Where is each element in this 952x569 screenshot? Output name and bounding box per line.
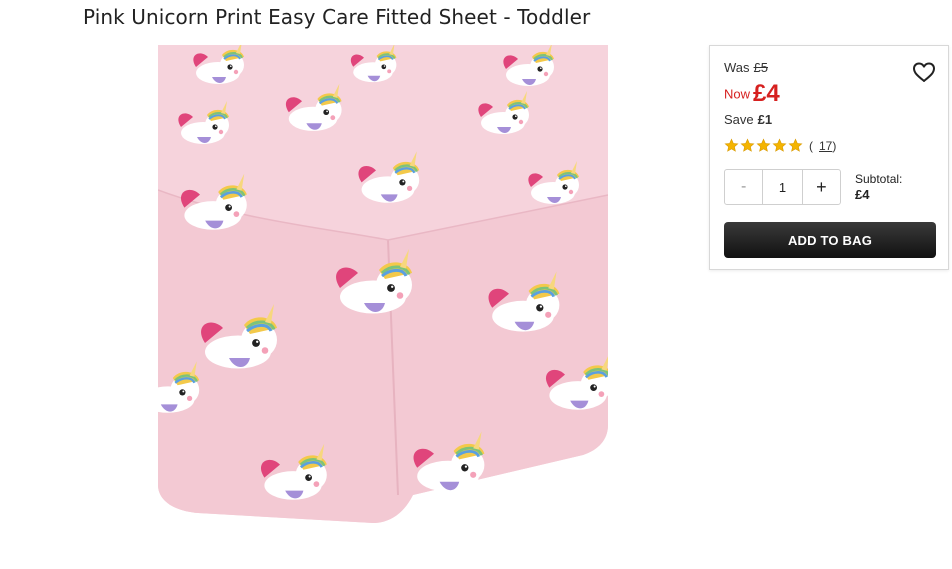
subtotal-label: Subtotal: (855, 172, 903, 186)
review-count[interactable]: (17) (809, 139, 836, 153)
save-price: Save £1 (724, 112, 772, 127)
quantity-stepper: - 1 + (724, 169, 841, 205)
star-rating (724, 138, 803, 153)
was-label: Was (724, 60, 750, 75)
add-to-bag-button[interactable]: ADD TO BAG (724, 222, 936, 258)
subtotal: Subtotal: £4 (855, 171, 902, 203)
subtotal-amount: £4 (855, 187, 870, 202)
increase-quantity-button[interactable]: + (803, 170, 840, 204)
now-amount: £4 (753, 80, 780, 107)
was-price: Was £5 (724, 60, 768, 75)
save-label: Save (724, 112, 754, 127)
decrease-quantity-button[interactable]: - (725, 170, 762, 204)
review-count-link[interactable]: 17 (819, 139, 832, 153)
save-amount: £1 (757, 112, 773, 127)
star-icon (724, 138, 739, 152)
heart-outline-icon[interactable] (911, 59, 937, 85)
was-amount: £5 (753, 60, 768, 75)
star-icon (788, 138, 803, 152)
product-image[interactable] (158, 45, 608, 525)
quantity-input[interactable]: 1 (762, 170, 803, 204)
star-icon (740, 138, 755, 152)
purchase-panel: Was £5 Now £4 Save £1 (17) - 1 + Subtotal: … (709, 45, 949, 270)
star-icon (756, 138, 771, 152)
now-price: Now £4 (724, 80, 780, 108)
product-title: Pink Unicorn Print Easy Care Fitted Shee… (83, 5, 591, 29)
now-label: Now (724, 86, 751, 102)
star-icon (772, 138, 787, 152)
rating: (17) (724, 138, 836, 153)
